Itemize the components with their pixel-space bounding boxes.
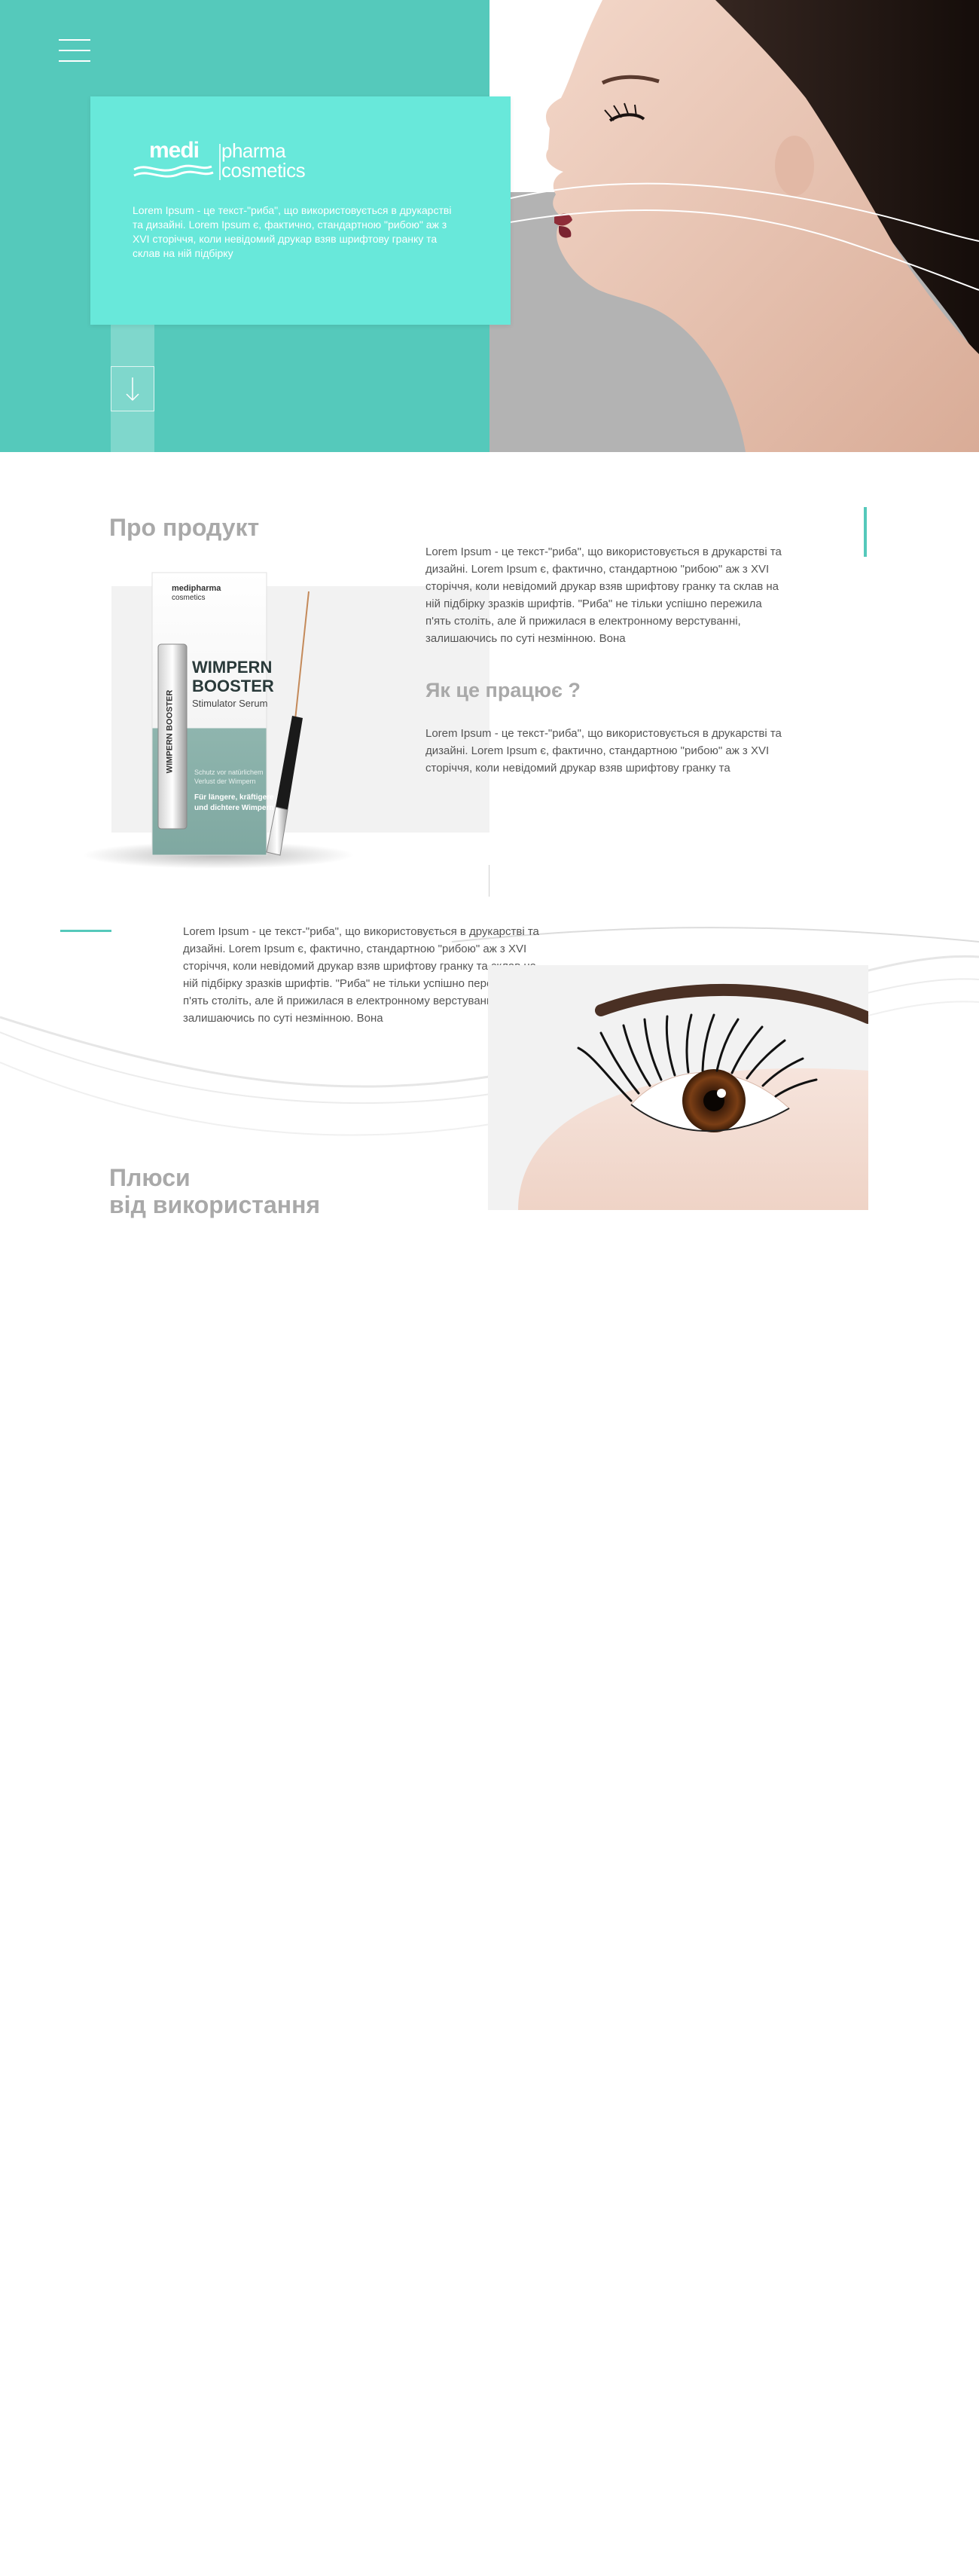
benefits-heading: Плюси від використання bbox=[109, 1164, 320, 1218]
how-it-works-description: Lorem Ipsum - це текст-"риба", що викори… bbox=[425, 727, 782, 775]
product-image: medipharma cosmetics WIMPERN BOOSTER Sti… bbox=[83, 569, 369, 874]
logo-medi: medi bbox=[149, 138, 200, 163]
accent-dash bbox=[60, 930, 111, 932]
product-name-line2: BOOSTER bbox=[192, 677, 274, 695]
accent-bar bbox=[864, 507, 867, 557]
product-note-4: und dichtere Wimpern bbox=[194, 804, 274, 812]
how-it-works-heading: Як це працює ? bbox=[425, 679, 581, 701]
brand-logo[interactable]: medi pharma cosmetics bbox=[133, 138, 313, 183]
benefits-heading-line1: Плюси bbox=[109, 1164, 191, 1191]
divider-line bbox=[489, 865, 490, 897]
hero-description: Lorem Ipsum - це текст-"риба", що викори… bbox=[133, 204, 452, 259]
product-name-line1: WIMPERN bbox=[192, 658, 273, 677]
about-product-heading: Про продукт bbox=[109, 514, 260, 541]
eye-closeup-illustration bbox=[488, 965, 874, 1210]
benefits-heading-line2: від використання bbox=[109, 1191, 321, 1218]
arrow-down-icon bbox=[126, 377, 139, 402]
product-note-2: Verlust der Wimpern bbox=[194, 778, 256, 785]
about-description: Lorem Ipsum - це текст-"риба", що викори… bbox=[425, 545, 782, 645]
woman-profile-illustration bbox=[490, 0, 979, 452]
product-subtitle: Stimulator Serum bbox=[192, 698, 268, 709]
product-note-1: Schutz vor natürlichem bbox=[194, 769, 264, 776]
menu-line bbox=[59, 39, 90, 41]
menu-line bbox=[59, 50, 90, 51]
product-note-3: Für längere, kräftigere bbox=[194, 793, 274, 802]
hamburger-menu-icon[interactable] bbox=[59, 39, 90, 62]
box-brand-bottom: cosmetics bbox=[172, 594, 206, 602]
box-brand-top: medipharma bbox=[172, 584, 221, 593]
logo-cosmetics: cosmetics bbox=[221, 159, 306, 182]
hero-portrait-image bbox=[490, 0, 979, 452]
wimpern-booster-package-illustration bbox=[83, 572, 354, 869]
hero-card: medi pharma cosmetics Lorem Ipsum - це т… bbox=[90, 96, 511, 325]
menu-line bbox=[59, 60, 90, 62]
tube-label: WIMPERN BOOSTER bbox=[165, 689, 175, 774]
eye-lashes-image bbox=[488, 965, 874, 1210]
scroll-down-button[interactable] bbox=[111, 366, 154, 411]
